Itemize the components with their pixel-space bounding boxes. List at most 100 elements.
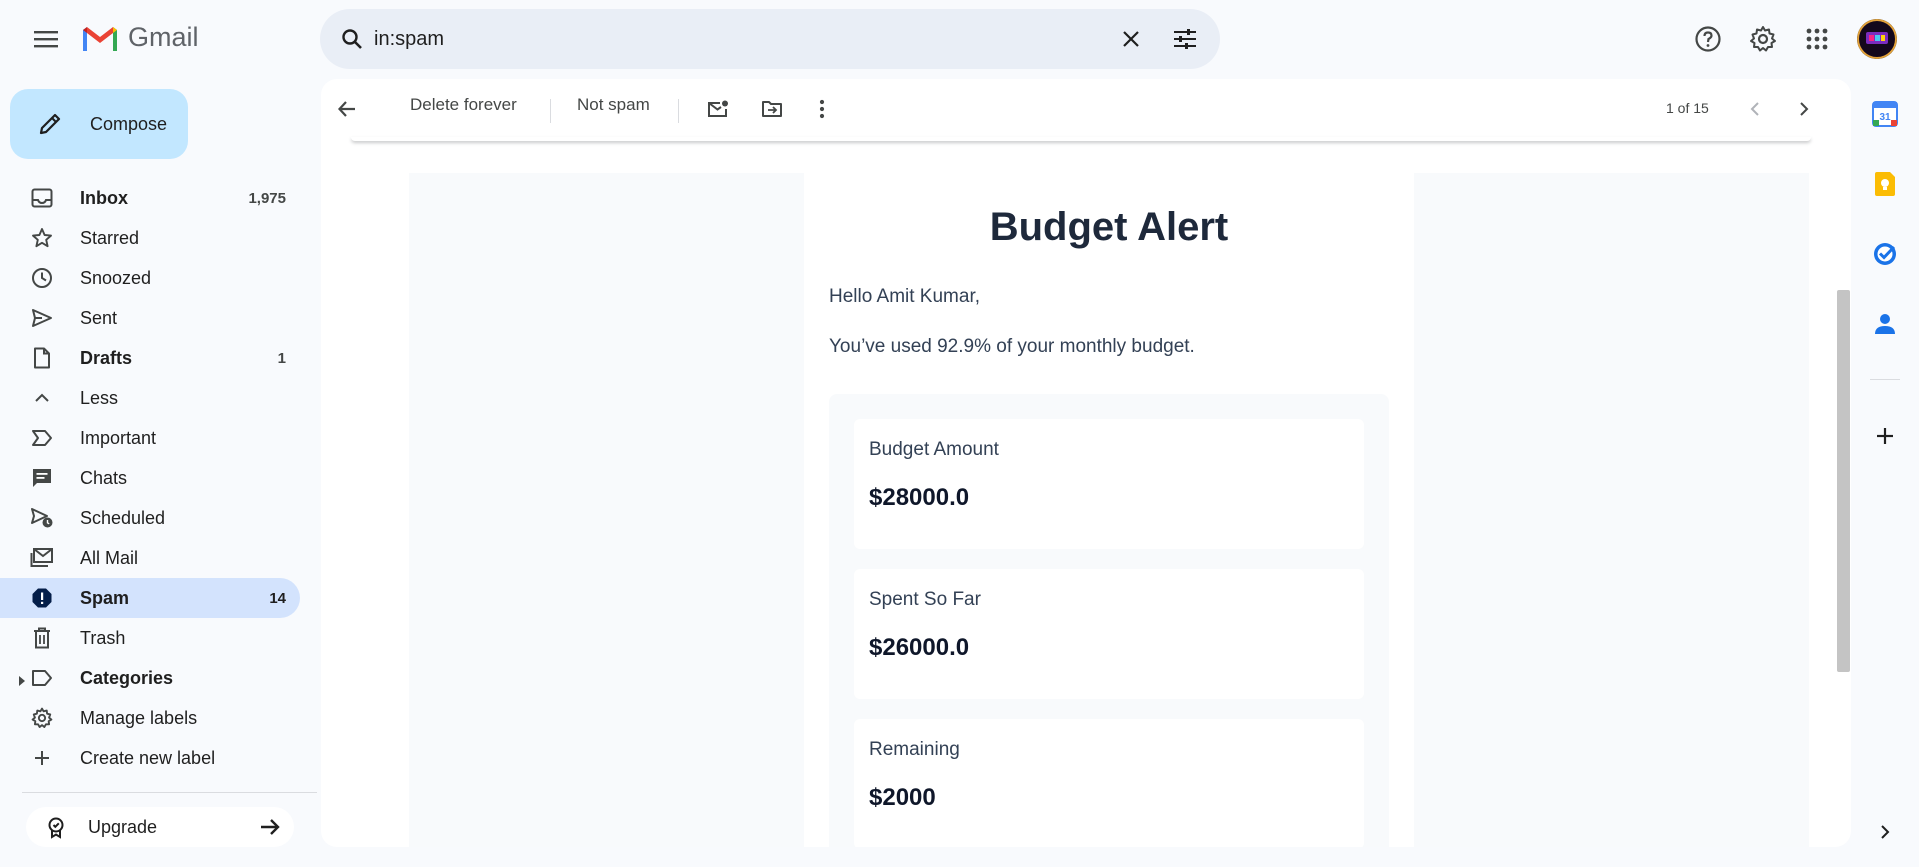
send-icon [30, 306, 54, 330]
tasks-app-button[interactable] [1869, 238, 1901, 270]
not-spam-button[interactable]: Not spam [577, 95, 650, 115]
search-options-button[interactable] [1169, 23, 1201, 55]
sidebar-item-important[interactable]: Important [0, 418, 300, 458]
email-content-card: Budget Alert Hello Amit Kumar, You’ve us… [804, 173, 1414, 847]
search-icon [342, 29, 362, 49]
message-view: Delete forever Not spam 1 of 15 Budget A… [321, 79, 1851, 847]
pagination-text: 1 of 15 [1666, 100, 1709, 116]
help-button[interactable] [1691, 22, 1725, 56]
label-icon [30, 666, 54, 690]
mark-unread-button[interactable] [702, 93, 734, 125]
upgrade-label: Upgrade [88, 816, 158, 837]
search-button[interactable] [336, 23, 368, 55]
chevron-right-icon [1800, 102, 1809, 116]
sidebar-item-label: Less [80, 387, 119, 408]
sidebar-item-label: Manage labels [80, 707, 198, 728]
arrow-forward-icon [258, 815, 282, 844]
menu-icon [34, 31, 58, 48]
sidebar-item-label: Drafts [80, 347, 133, 368]
contacts-app-button[interactable] [1869, 308, 1901, 340]
newer-button[interactable] [1739, 93, 1771, 125]
email-greeting: Hello Amit Kumar, [829, 286, 980, 307]
more-actions-button[interactable] [806, 93, 838, 125]
gmail-m-icon [83, 26, 117, 51]
sidebar-item-label: Spam [80, 587, 130, 608]
sidebar-item-chats[interactable]: Chats [0, 458, 300, 498]
sidebar-item-scheduled[interactable]: Scheduled [0, 498, 300, 538]
sidebar-item-starred[interactable]: Starred [0, 218, 300, 258]
show-side-panel-button[interactable] [1869, 816, 1901, 848]
avatar-image [1857, 19, 1897, 59]
settings-button[interactable] [1746, 22, 1780, 56]
pencil-icon [32, 106, 68, 142]
email-title: Budget Alert [989, 205, 1229, 249]
tasks-icon [1874, 243, 1896, 265]
search-bar [320, 9, 1220, 69]
sidebar-item-label: Scheduled [80, 507, 166, 528]
toolbar-divider [678, 99, 679, 123]
budget-amount-card: Budget Amount $28000.0 [854, 419, 1364, 549]
sidebar-item-drafts[interactable]: Drafts 1 [0, 338, 300, 378]
star-icon [30, 226, 54, 250]
sidebar-item-all-mail[interactable]: All Mail [0, 538, 300, 578]
sidebar-item-label: Snoozed [80, 267, 152, 288]
inbox-icon [30, 186, 54, 210]
chevron-up-icon [30, 386, 54, 410]
back-button[interactable] [331, 93, 363, 125]
compose-button[interactable]: Compose [10, 89, 188, 159]
trash-icon [30, 626, 54, 650]
upgrade-button[interactable]: Upgrade [26, 807, 294, 847]
stat-value: $26000.0 [869, 634, 970, 661]
unread-count: 14 [269, 589, 286, 607]
search-input[interactable] [374, 23, 1074, 55]
calendar-day: 31 [1879, 112, 1891, 123]
schedule-send-icon [30, 506, 54, 530]
budget-stats-panel: Budget Amount $28000.0 Spent So Far $260… [829, 394, 1389, 847]
email-usage-text: You’ve used 92.9% of your monthly budget… [829, 336, 1195, 357]
chevron-left-icon [1750, 102, 1759, 116]
toolbar-shadow [351, 137, 1811, 141]
stat-label: Spent So Far [869, 589, 981, 610]
sidebar-item-sent[interactable]: Sent [0, 298, 300, 338]
compose-label: Compose [90, 113, 168, 134]
calendar-icon: 31 [1872, 101, 1898, 127]
sidebar-item-create-label[interactable]: Create new label [0, 738, 300, 778]
draft-file-icon [30, 346, 54, 370]
account-avatar[interactable] [1857, 19, 1897, 59]
chevron-right-icon [1881, 825, 1890, 839]
get-addons-button[interactable] [1869, 420, 1901, 452]
sidebar-item-manage-labels[interactable]: Manage labels [0, 698, 300, 738]
sidebar-item-snoozed[interactable]: Snoozed [0, 258, 300, 298]
sidebar-item-label: Categories [80, 667, 174, 688]
delete-forever-button[interactable]: Delete forever [410, 95, 517, 115]
contacts-icon [1875, 314, 1895, 334]
sidebar-item-less[interactable]: Less [0, 378, 300, 418]
apps-grid-icon [1806, 28, 1828, 50]
main-menu-button[interactable] [26, 22, 66, 56]
gear-icon [30, 706, 54, 730]
badge-icon [44, 815, 68, 844]
report-spam-icon [30, 586, 54, 610]
all-mail-icon [30, 546, 54, 570]
message-toolbar: Delete forever Not spam 1 of 15 [321, 79, 1851, 139]
tune-icon [1174, 29, 1196, 49]
keep-app-button[interactable] [1869, 168, 1901, 200]
move-to-button[interactable] [756, 93, 788, 125]
clear-search-button[interactable] [1115, 23, 1147, 55]
sidebar-item-trash[interactable]: Trash [0, 618, 300, 658]
gmail-logo[interactable]: Gmail [80, 22, 199, 53]
sidebar-item-label: Chats [80, 467, 128, 488]
sidebar-item-spam[interactable]: Spam 14 [0, 578, 300, 618]
older-button[interactable] [1788, 93, 1820, 125]
sidebar-item-categories[interactable]: Categories [0, 658, 300, 698]
calendar-app-button[interactable]: 31 [1869, 98, 1901, 130]
google-apps-button[interactable] [1800, 22, 1834, 56]
gear-icon [1750, 26, 1776, 52]
sidebar-item-inbox[interactable]: Inbox 1,975 [0, 178, 300, 218]
message-scrollbar[interactable] [1837, 290, 1850, 672]
expand-arrow-icon[interactable] [18, 671, 26, 692]
keep-icon [1875, 172, 1895, 196]
unread-count: 1 [277, 349, 286, 367]
sidebar-item-label: Inbox [80, 187, 128, 208]
sidebar-item-label: Important [80, 427, 157, 448]
